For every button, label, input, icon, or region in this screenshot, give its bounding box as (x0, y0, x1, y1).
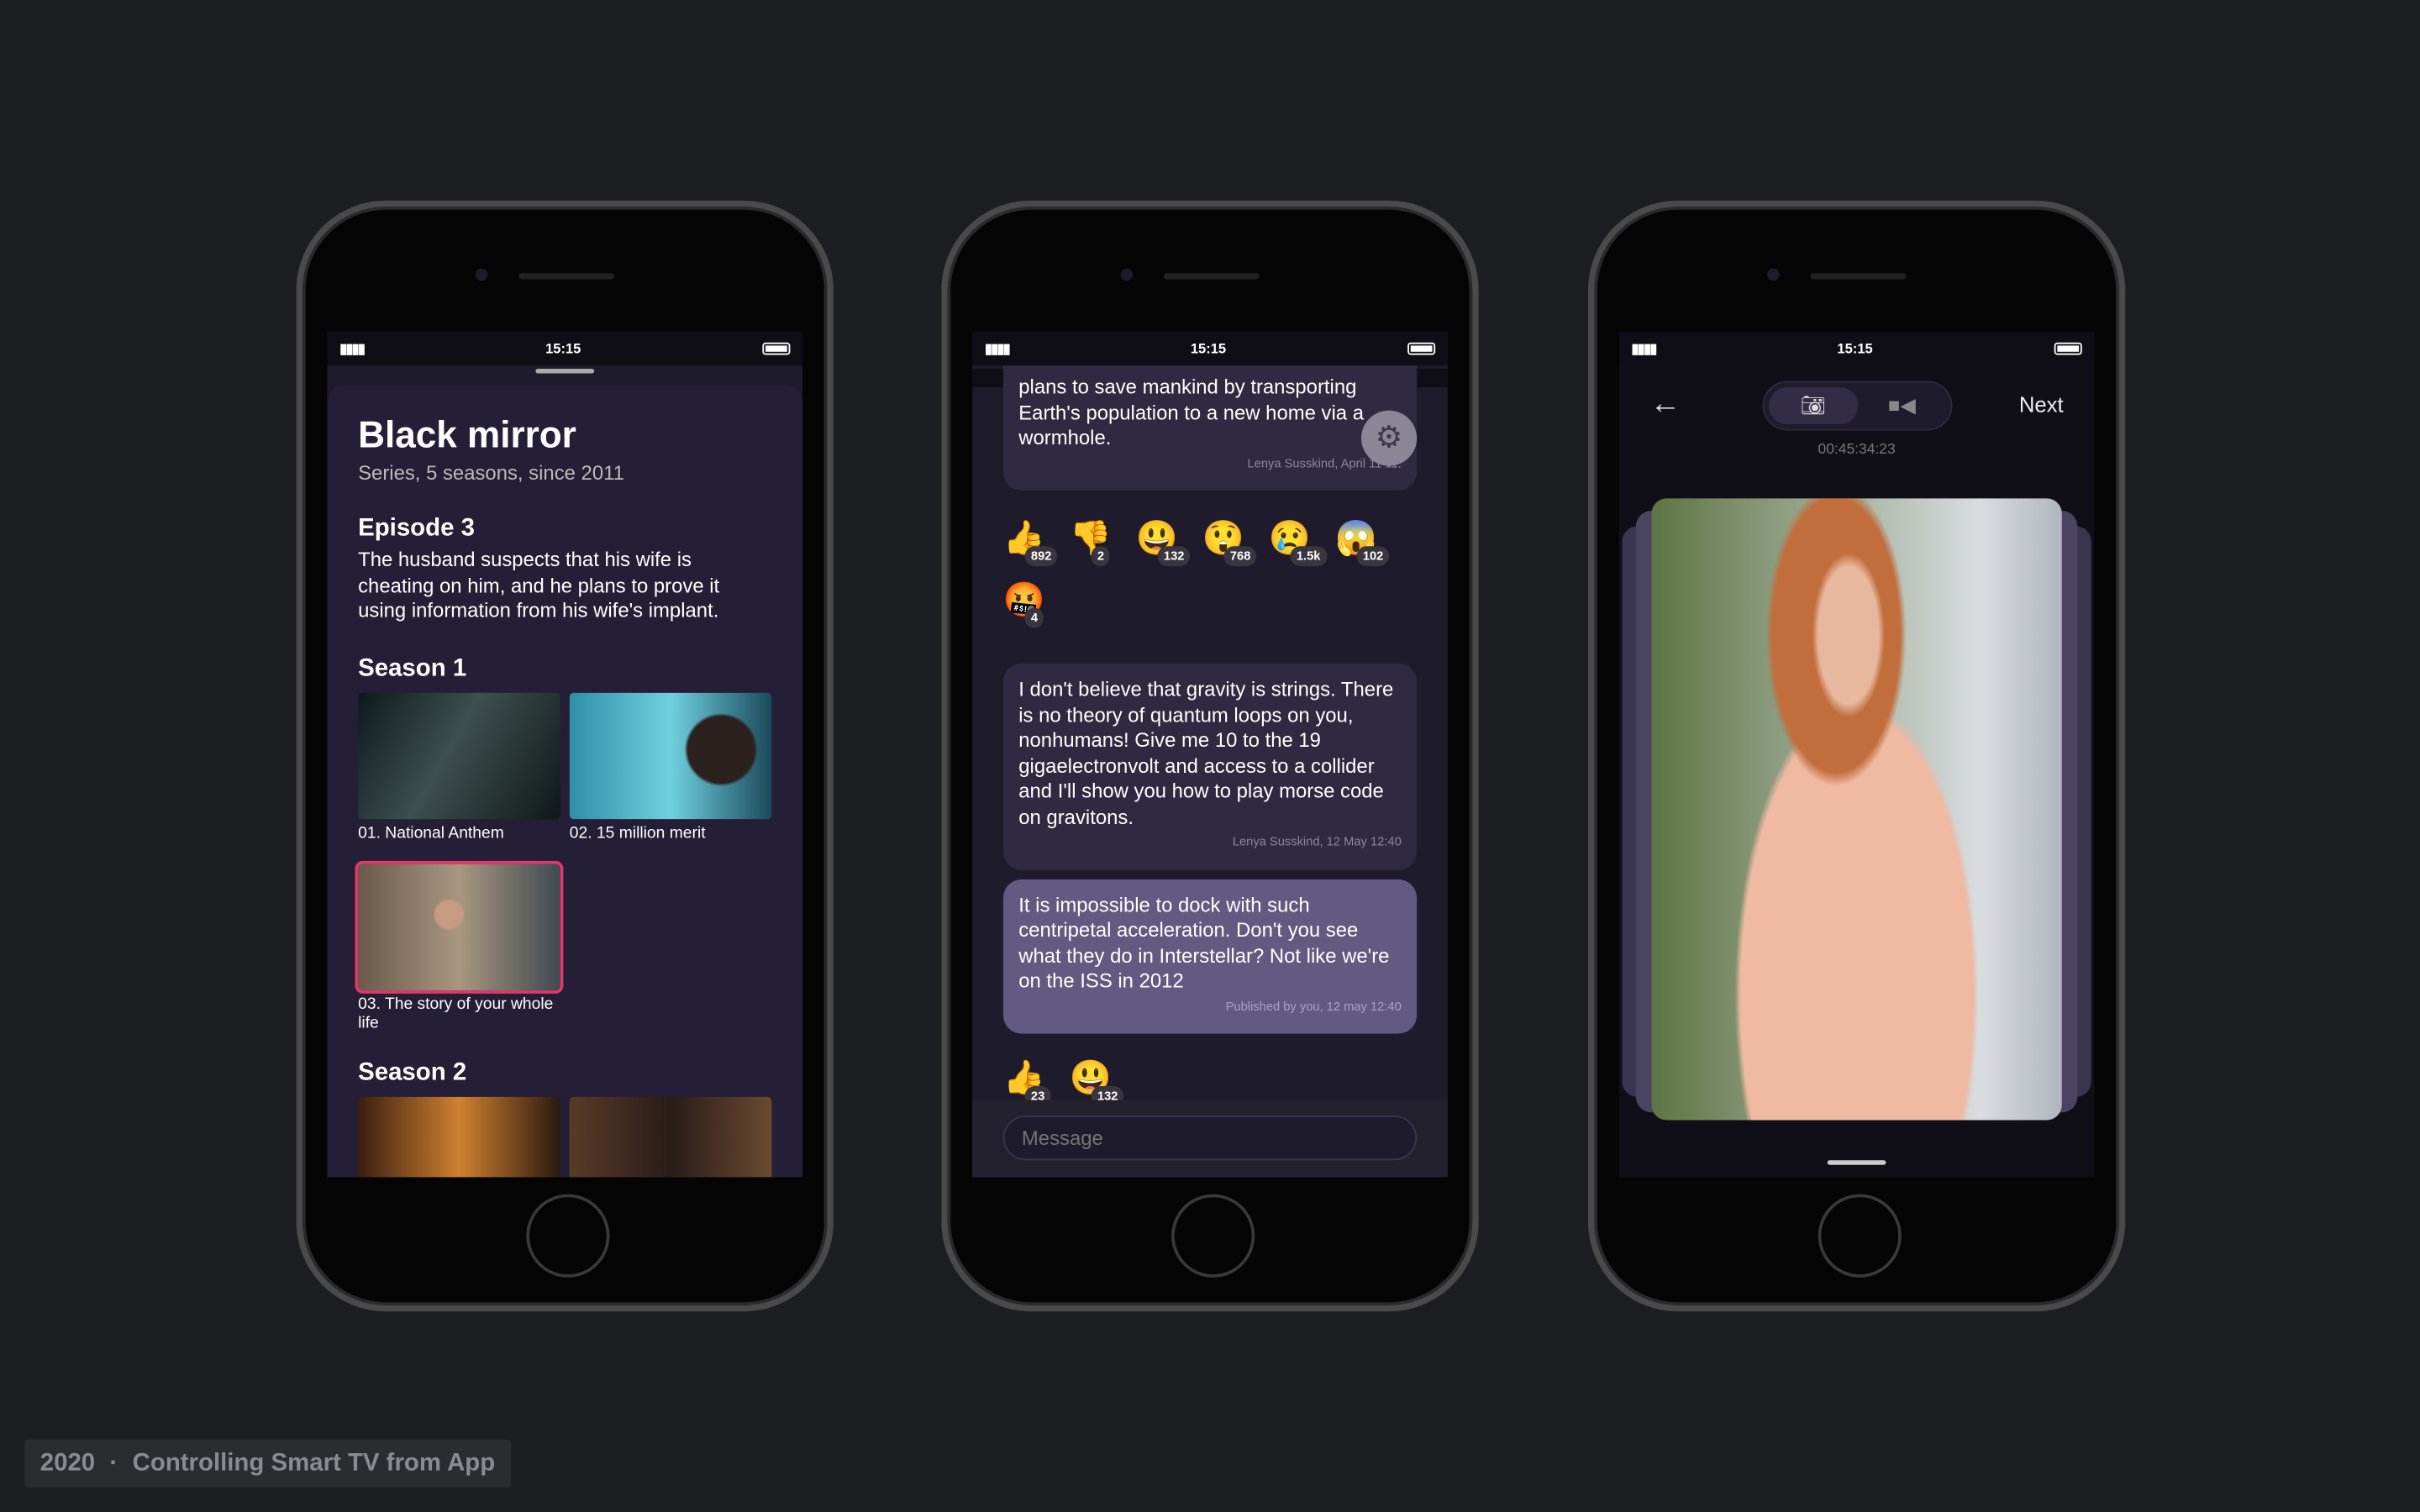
message-input[interactable] (1002, 1115, 1418, 1161)
home-button[interactable] (526, 1194, 610, 1278)
episode-card[interactable] (569, 1095, 772, 1178)
reaction-thumbs-up[interactable]: 👍 892 (1003, 518, 1060, 568)
battery-icon (2054, 342, 2082, 355)
back-button[interactable]: ← (1649, 387, 1681, 423)
episode-card[interactable] (358, 1095, 560, 1178)
signal-icon: ▮▮▮▮ (339, 339, 366, 356)
season-1-heading: Season 1 (358, 654, 467, 681)
chat-screen: ▮▮▮▮ 15:15 plans to save mankind by trans… (972, 331, 1448, 1178)
chat-message[interactable]: plans to save mankind by transporting Ea… (1002, 365, 1418, 491)
status-bar: ▮▮▮▮ 15:15 (972, 331, 1448, 366)
home-button[interactable] (1171, 1194, 1255, 1278)
mode-toggle: 📷︎ ■◀ (1762, 381, 1953, 431)
battery-icon (1407, 342, 1436, 355)
episode-title: 03. The story of your whole life (358, 994, 554, 1032)
episode-thumbnail (569, 691, 772, 819)
signal-icon: ▮▮▮▮ (1631, 339, 1657, 356)
reaction-surprised[interactable]: 😲 768 (1202, 518, 1260, 568)
episode-thumbnail (355, 859, 564, 993)
episode-thumbnail (358, 1095, 560, 1178)
speaker (1810, 273, 1907, 280)
series-screen: ▮▮▮▮ 15:15 Black mirror Series, 5 seasons… (327, 331, 803, 1178)
camera-dot (1767, 268, 1780, 281)
settings-button[interactable]: ⚙ (1360, 410, 1418, 466)
clock: 15:15 (1190, 340, 1227, 357)
composer (972, 1100, 1448, 1178)
reaction-smile[interactable]: 😃 132 (1136, 518, 1193, 568)
own-chat-message[interactable]: It is impossible to dock with such centr… (1002, 879, 1418, 1034)
phone-capture: ▮▮▮▮ 15:15 ← 📷︎ ■◀ Next 00:45:34:23 (1587, 200, 2126, 1312)
episode-heading: Episode 3 (358, 515, 475, 542)
series-subtitle: Series, 5 seasons, since 2011 (358, 461, 624, 485)
speaker (518, 273, 615, 280)
caption-year: 2020 (39, 1450, 96, 1477)
message-meta: Lenya Susskind, April 11 11: (1247, 455, 1402, 470)
reaction-cursing[interactable]: 🤬 4 (1003, 580, 1060, 630)
video-mode-button[interactable]: ■◀ (1858, 387, 1947, 424)
signal-icon: ▮▮▮▮ (984, 339, 1011, 356)
episode-card[interactable]: 01. National Anthem (358, 691, 560, 854)
episode-card[interactable]: 02. 15 million merit (569, 691, 772, 854)
message-meta: Published by you, 12 may 12:40 (1225, 999, 1402, 1013)
next-button[interactable]: Next (2019, 392, 2064, 417)
home-button[interactable] (1818, 1194, 1902, 1278)
message-meta: Lenya Susskind, 12 May 12:40 (1232, 834, 1402, 849)
clock: 15:15 (545, 340, 581, 357)
camera-dot (1120, 268, 1134, 281)
captured-frame-image[interactable] (1651, 498, 2062, 1121)
reaction-crying[interactable]: 😢 1.5k (1269, 518, 1327, 568)
message-text: It is impossible to dock with such centr… (1018, 892, 1390, 993)
caption-separator: · (109, 1450, 118, 1477)
battery-icon (762, 342, 791, 355)
gear-icon: ⚙ (1375, 421, 1403, 455)
caption-title: Controlling Smart TV from App (132, 1450, 496, 1477)
status-bar: ▮▮▮▮ 15:15 (327, 331, 803, 366)
sheet-grabber[interactable] (535, 368, 595, 374)
camera-dot (475, 268, 488, 281)
clock: 15:15 (1837, 340, 1873, 357)
chat-message[interactable]: I don't believe that gravity is strings.… (1002, 663, 1418, 869)
episode-title: 02. 15 million merit (569, 822, 706, 842)
home-indicator (1827, 1160, 1886, 1165)
page-title: Black mirror (358, 415, 576, 457)
reactions: 👍 892 👎 2 😃 132 😲 768 😢 1.5k 😱 102 🤬 4 (1003, 518, 1417, 629)
caption-label: 2020 · Controlling Smart TV from App (24, 1439, 511, 1488)
series-card: Black mirror Series, 5 seasons, since 20… (327, 384, 803, 1178)
episode-description: The husband suspects that his wife is ch… (358, 548, 720, 622)
message-text: plans to save mankind by transporting Ea… (1018, 375, 1364, 449)
phone-series: ▮▮▮▮ 15:15 Black mirror Series, 5 seasons… (296, 200, 834, 1312)
phone-chat: ▮▮▮▮ 15:15 plans to save mankind by trans… (941, 200, 1479, 1312)
season-2-heading: Season 2 (358, 1058, 467, 1086)
photo-mode-button[interactable]: 📷︎ (1768, 387, 1858, 425)
video-camera-icon: ■◀ (1887, 393, 1916, 417)
reaction-thumbs-down[interactable]: 👎 2 (1070, 518, 1127, 568)
timecode: 00:45:34:23 (1818, 441, 1896, 459)
episode-thumbnail (358, 691, 560, 819)
episode-card-selected[interactable]: 03. The story of your whole life (355, 859, 564, 1044)
episode-title: 01. National Anthem (358, 822, 504, 842)
status-bar: ▮▮▮▮ 15:15 (1618, 331, 2095, 366)
camera-icon: 📷︎ (1800, 393, 1826, 417)
arrow-left-icon: ← (1649, 387, 1681, 422)
speaker (1163, 273, 1260, 280)
capture-screen: ▮▮▮▮ 15:15 ← 📷︎ ■◀ Next 00:45:34:23 (1618, 331, 2095, 1178)
message-text: I don't believe that gravity is strings.… (1018, 677, 1394, 828)
reaction-scream[interactable]: 😱 102 (1335, 518, 1392, 568)
episode-thumbnail (569, 1095, 772, 1178)
